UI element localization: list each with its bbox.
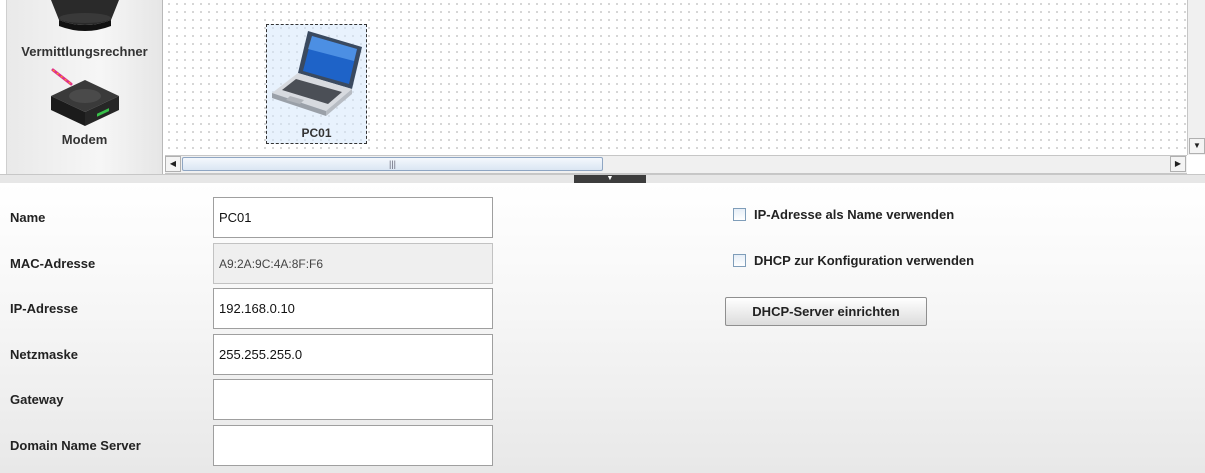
- pc-node[interactable]: PC01: [266, 24, 367, 144]
- netmask-input[interactable]: [213, 334, 493, 375]
- ip-as-name-checkbox[interactable]: [733, 208, 746, 221]
- palette-label-switch: Vermittlungsrechner: [21, 44, 148, 59]
- row-dns: Domain Name Server: [0, 425, 500, 467]
- modem-icon: [50, 68, 119, 126]
- gateway-input[interactable]: [213, 379, 493, 420]
- dhcp-server-button[interactable]: DHCP-Server einrichten: [725, 297, 927, 326]
- laptop-icon: [272, 31, 362, 116]
- switch-icon: [50, 0, 119, 31]
- ip-input[interactable]: [213, 288, 493, 329]
- component-palette: Vermittlungsrechner Modem: [6, 0, 163, 175]
- scroll-left-icon[interactable]: ◀: [165, 156, 181, 172]
- mac-label: MAC-Adresse: [10, 256, 96, 271]
- name-label: Name: [10, 210, 46, 225]
- palette-item-modem[interactable]: Modem: [7, 68, 162, 147]
- dhcp-config-label[interactable]: DHCP zur Konfiguration verwenden: [754, 253, 974, 268]
- palette-item-switch[interactable]: Vermittlungsrechner: [7, 0, 162, 59]
- row-mac: MAC-Adresse: [0, 243, 500, 285]
- dhcp-config-checkbox[interactable]: [733, 254, 746, 267]
- horizontal-scrollbar[interactable]: ◀ ||| ▶: [165, 155, 1187, 174]
- properties-panel: Name MAC-Adresse IP-Adresse Netzmaske Ga…: [0, 183, 1205, 473]
- dns-label: Domain Name Server: [10, 438, 141, 453]
- mac-input: [213, 243, 493, 284]
- row-ip: IP-Adresse: [0, 288, 500, 330]
- network-canvas[interactable]: PC01: [165, 0, 1186, 155]
- gateway-label: Gateway: [10, 392, 64, 407]
- scroll-right-icon[interactable]: ▶: [1170, 156, 1186, 172]
- row-netmask: Netzmaske: [0, 334, 500, 376]
- pc-node-label: PC01: [301, 126, 332, 140]
- row-gateway: Gateway: [0, 379, 500, 421]
- network-editor: Vermittlungsrechner Modem PC01 ▼ ◀ ||| ▶: [0, 0, 1205, 177]
- ip-label: IP-Adresse: [10, 301, 78, 316]
- collapse-chevron-icon[interactable]: ▼: [574, 175, 646, 183]
- ip-as-name-label[interactable]: IP-Adresse als Name verwenden: [754, 207, 954, 222]
- panel-splitter[interactable]: ▼: [0, 174, 1205, 183]
- name-input[interactable]: [213, 197, 493, 238]
- horizontal-scroll-thumb[interactable]: |||: [182, 157, 603, 171]
- palette-label-modem: Modem: [61, 132, 108, 147]
- dns-input[interactable]: [213, 425, 493, 466]
- vertical-scrollbar[interactable]: ▼: [1187, 0, 1205, 155]
- row-name: Name: [0, 197, 500, 239]
- netmask-label: Netzmaske: [10, 347, 78, 362]
- scroll-down-icon[interactable]: ▼: [1189, 138, 1205, 154]
